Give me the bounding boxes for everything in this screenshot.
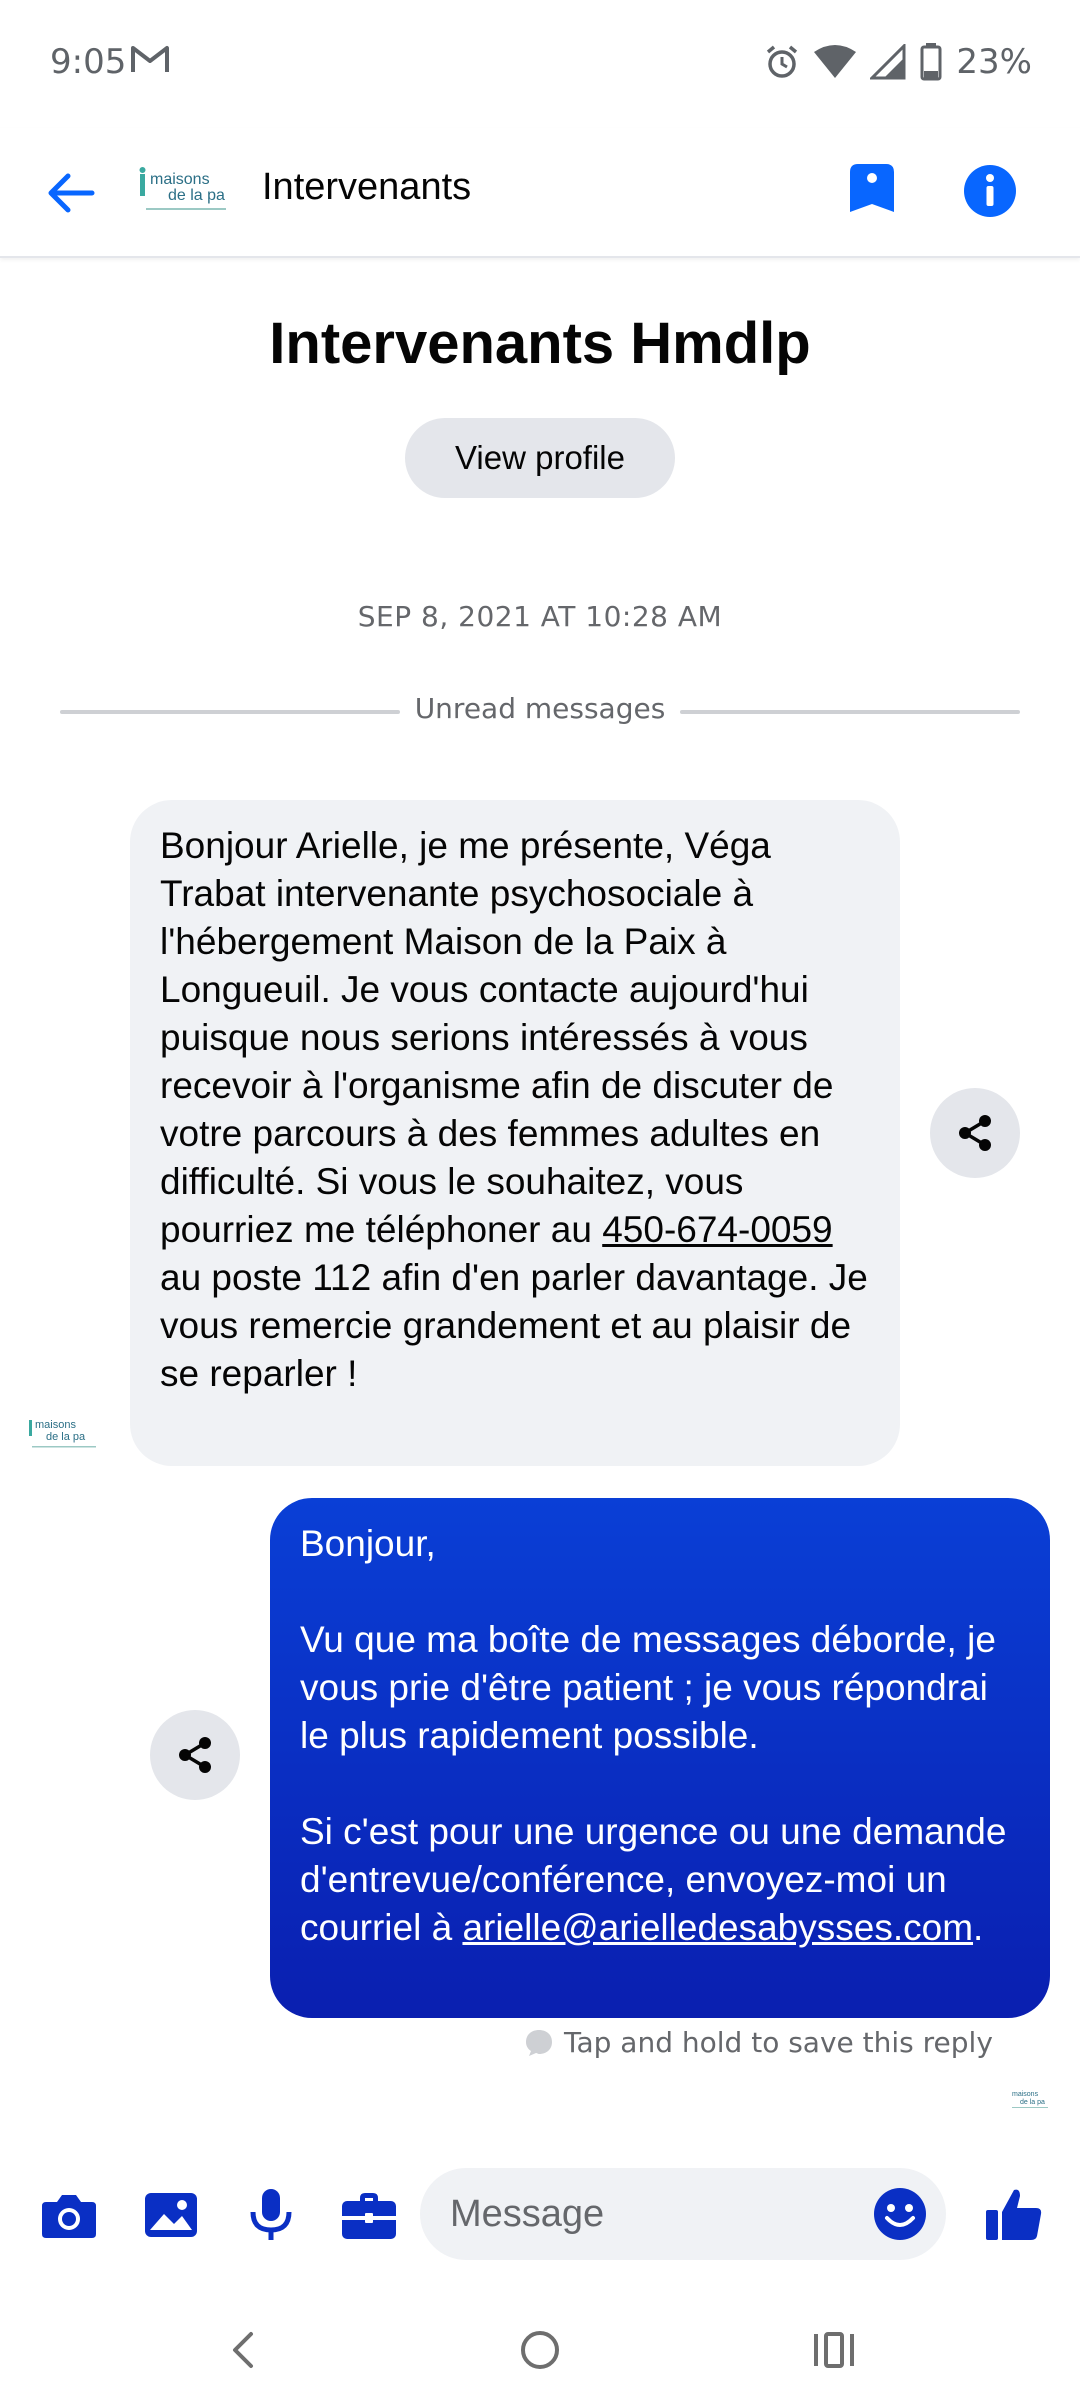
- status-icons: 23%: [764, 42, 1032, 82]
- maisons-logo-icon: maisons de la pa: [139, 167, 226, 210]
- chat-bubble-icon: [526, 2029, 552, 2056]
- gmail-icon: [131, 46, 169, 72]
- tag-icon[interactable]: [844, 158, 900, 224]
- incoming-message-bubble[interactable]: Bonjour Arielle, je me présente, Véga Tr…: [130, 800, 900, 1466]
- unread-divider: Unread messages: [60, 692, 1020, 732]
- thumbs-up-icon[interactable]: [982, 2182, 1046, 2246]
- svg-text:de la pa: de la pa: [168, 187, 225, 204]
- group-avatar[interactable]: maisons de la pa: [138, 160, 234, 222]
- profile-name: Intervenants Hmdlp: [269, 311, 811, 376]
- share-icon: [179, 1737, 211, 1773]
- svg-text:maisons: maisons: [35, 1419, 76, 1431]
- svg-text:de la pa: de la pa: [46, 1431, 86, 1443]
- nav-home-icon[interactable]: [510, 2320, 570, 2380]
- back-arrow-icon[interactable]: [38, 160, 104, 226]
- alarm-icon: [767, 45, 798, 78]
- outgoing-greeting: Bonjour,: [300, 1523, 436, 1564]
- share-icon: [959, 1115, 991, 1151]
- share-outgoing-button[interactable]: [150, 1710, 240, 1800]
- outgoing-trailing: .: [973, 1907, 984, 1948]
- outgoing-paragraph-2: Si c'est pour une urgence ou une demande…: [300, 1808, 1020, 1952]
- outgoing-paragraph-1: Vu que ma boîte de messages déborde, je …: [300, 1619, 996, 1756]
- phone-link[interactable]: 450-674-0059: [602, 1209, 832, 1250]
- svg-text:maisons: maisons: [150, 171, 210, 188]
- header-title[interactable]: Intervenants: [262, 166, 471, 209]
- battery-percent: 23%: [956, 42, 1032, 82]
- incoming-text-part2: au poste 112 afin d'en parler davantage.…: [160, 1257, 868, 1394]
- camera-icon[interactable]: [38, 2184, 100, 2246]
- system-nav-bar: [0, 2290, 1080, 2400]
- status-time: 9:05: [50, 42, 127, 82]
- sender-avatar[interactable]: maisons de la pa: [28, 1412, 100, 1452]
- info-icon[interactable]: [962, 158, 1018, 224]
- microphone-icon[interactable]: [240, 2184, 302, 2246]
- hint-text: Tap and hold to save this reply: [564, 2026, 993, 2059]
- divider-line-right: [680, 710, 1020, 714]
- signal-icon: [870, 44, 906, 80]
- nav-recents-icon[interactable]: [804, 2320, 864, 2380]
- svg-text:de la pa: de la pa: [1020, 2099, 1045, 2106]
- view-profile-button[interactable]: View profile: [405, 418, 675, 498]
- nav-back-icon[interactable]: [215, 2320, 275, 2380]
- svg-text:maisons: maisons: [1012, 2091, 1039, 2098]
- wifi-icon: [814, 45, 857, 78]
- save-reply-hint: Tap and hold to save this reply: [524, 2026, 993, 2059]
- emoji-icon[interactable]: [872, 2186, 928, 2242]
- briefcase-icon[interactable]: [338, 2184, 400, 2246]
- read-receipt-avatar: maisons de la pa: [1012, 2091, 1048, 2108]
- message-timestamp: SEP 8, 2021 AT 10:28 AM: [357, 600, 723, 633]
- status-bar: 9:05 23%: [0, 0, 1080, 128]
- email-link[interactable]: arielle@arielledesabysses.com: [462, 1907, 973, 1948]
- unread-label: Unread messages: [414, 692, 666, 725]
- message-composer: [0, 2160, 1080, 2270]
- outgoing-message-bubble[interactable]: Bonjour, Vu que ma boîte de messages déb…: [270, 1498, 1050, 2018]
- share-incoming-button[interactable]: [930, 1088, 1020, 1178]
- message-input[interactable]: [420, 2168, 946, 2260]
- gallery-icon[interactable]: [140, 2184, 202, 2246]
- conversation-header: maisons de la pa Intervenants: [0, 128, 1080, 258]
- battery-icon: [920, 43, 942, 81]
- incoming-text-part1: Bonjour Arielle, je me présente, Véga Tr…: [160, 825, 834, 1250]
